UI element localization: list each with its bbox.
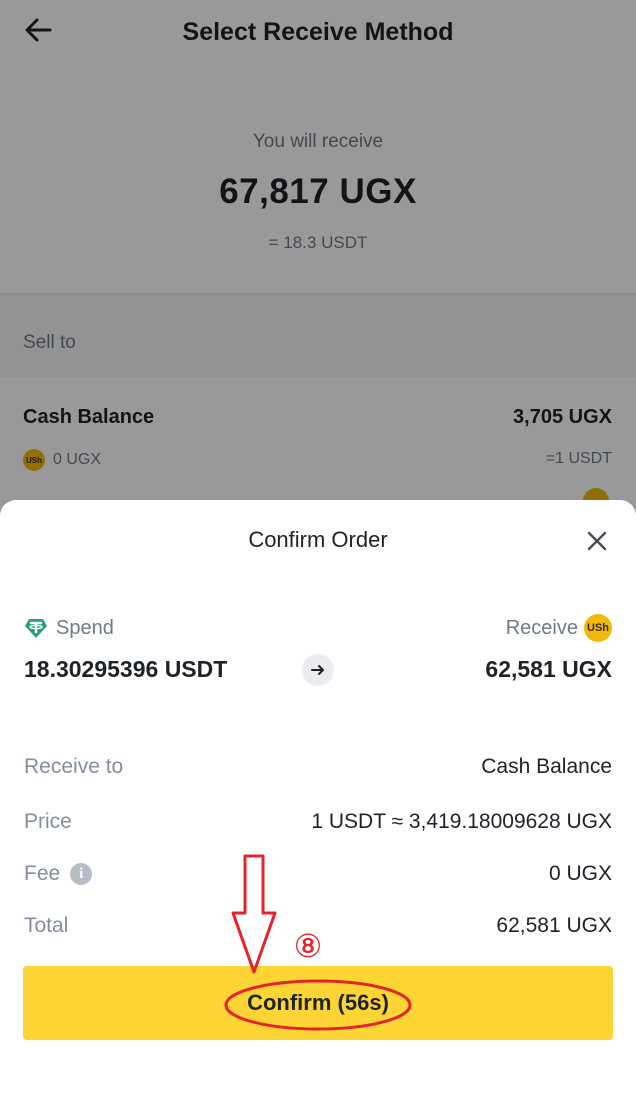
confirm-button[interactable]: Confirm (56s) bbox=[23, 966, 613, 1040]
receive-label-sheet: Receive bbox=[505, 616, 578, 639]
tether-icon bbox=[25, 619, 47, 638]
detail-label: Receive to bbox=[24, 755, 124, 778]
info-icon[interactable]: i bbox=[70, 863, 93, 885]
confirm-order-sheet: Confirm Order Spend Receive USh 18.30295… bbox=[0, 500, 636, 1099]
spend-label-row: Spend bbox=[24, 616, 114, 640]
detail-label: Total bbox=[24, 914, 69, 937]
detail-label: Price bbox=[24, 810, 72, 833]
spend-label: Spend bbox=[56, 616, 114, 639]
detail-value: 0 UGX bbox=[548, 862, 612, 885]
detail-row-price: Price 1 USDT ≈ 3,419.18009628 UGX bbox=[24, 810, 612, 834]
sheet-title: Confirm Order bbox=[248, 527, 388, 552]
ugx-coin-icon: USh bbox=[584, 614, 612, 642]
detail-value: 62,581 UGX bbox=[496, 914, 612, 937]
confirm-button-label: Confirm (56s) bbox=[247, 990, 389, 1015]
arrow-right-icon bbox=[302, 654, 334, 686]
fee-label-group: Fee i bbox=[24, 862, 93, 886]
close-icon[interactable] bbox=[582, 526, 612, 556]
detail-row-fee: Fee i 0 UGX bbox=[24, 862, 612, 886]
annotation-step-number: ⑧ bbox=[293, 927, 323, 965]
detail-value: Cash Balance bbox=[481, 755, 612, 778]
receive-amount-sheet: 62,581 UGX bbox=[485, 656, 612, 682]
receive-label-row: Receive USh bbox=[506, 614, 612, 642]
detail-value: 1 USDT ≈ 3,419.18009628 UGX bbox=[311, 810, 612, 833]
detail-label: Fee bbox=[24, 862, 61, 885]
detail-row-receive-to: Receive to Cash Balance bbox=[24, 755, 612, 779]
spend-amount: 18.30295396 USDT bbox=[24, 656, 228, 682]
